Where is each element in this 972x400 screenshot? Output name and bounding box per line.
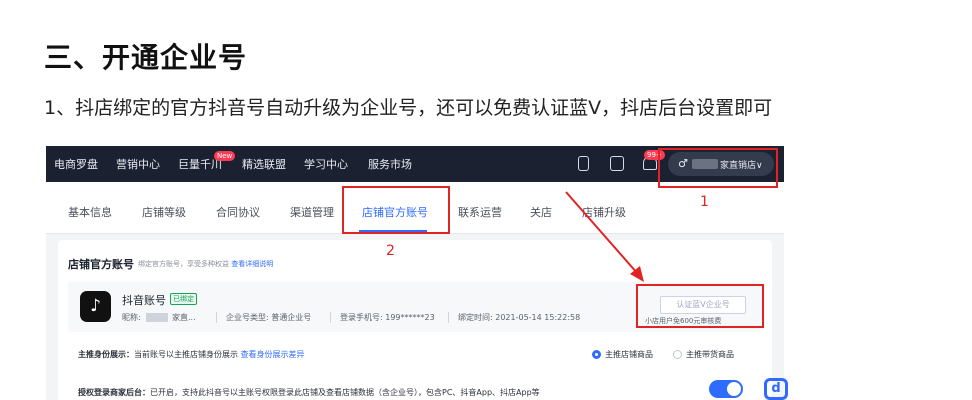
- annotation-arrow: [565, 191, 644, 282]
- store-backend-screenshot: 电商罗盘 营销中心 巨量千川 New 精选联盟 学习中心 服务市场 99+ ♂ …: [46, 146, 784, 400]
- section-heading: 三、开通企业号: [44, 41, 248, 74]
- intro-text: 1、抖店绑定的官方抖音号自动升级为企业号，还可以免费认证蓝V，抖店后台设置即可: [44, 97, 773, 119]
- app-logo-icon: d: [764, 378, 788, 400]
- arrow-shaft: [565, 191, 639, 275]
